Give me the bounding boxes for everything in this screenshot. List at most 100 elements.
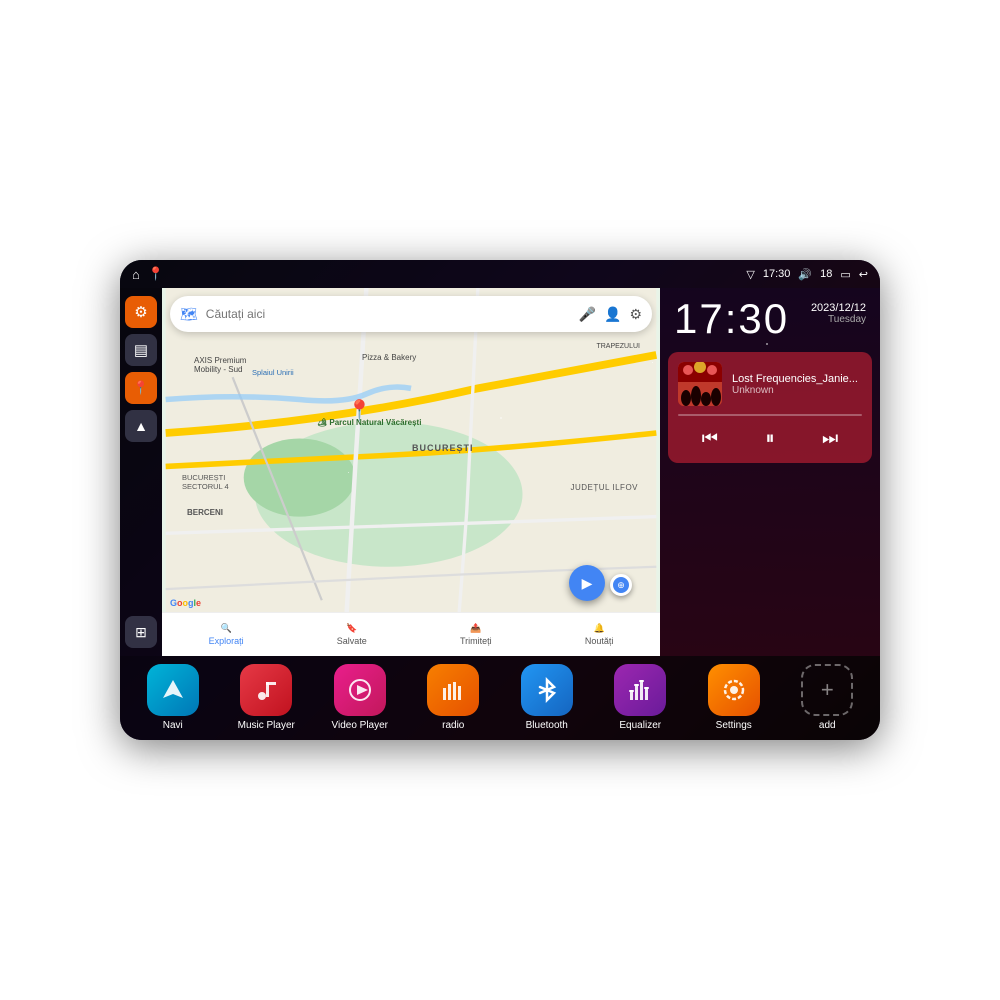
video-icon-svg: [346, 676, 374, 704]
voice-search-icon[interactable]: 🎤: [579, 306, 596, 323]
clock-widget: 17:30 2023/12/12 Tuesday: [660, 288, 880, 348]
clock-date: 2023/12/12: [811, 302, 866, 314]
main-content: ⚙ ▤ 📍 ▲ ⊞: [120, 288, 880, 656]
radio-icon-svg: [439, 676, 467, 704]
music-progress-bar[interactable]: [678, 414, 862, 416]
album-art-svg: [678, 362, 722, 406]
maps-sidebar-btn[interactable]: 📍: [125, 372, 157, 404]
pause-button[interactable]: ⏸: [758, 424, 783, 453]
music-widget: Lost Frequencies_Janie... Unknown ⏮ ⏸ ⏭: [668, 352, 872, 463]
map-label-berceni: BERCENI: [187, 508, 223, 517]
wifi-icon: ▽: [746, 268, 754, 281]
map-nav-news[interactable]: 🔔 Noutăți: [585, 623, 614, 646]
map-label-sect4: BUCUREȘTISECTORUL 4: [182, 473, 229, 491]
status-bar: ⌂ 📍 ▽ 17:30 🔊 18 ▭ ↩: [120, 260, 880, 288]
map-container[interactable]: AXIS PremiumMobility - Sud Pizza & Baker…: [162, 288, 660, 656]
left-sidebar: ⚙ ▤ 📍 ▲ ⊞: [120, 288, 162, 656]
apps-grid-icon: ⊞: [135, 624, 147, 641]
settings-sidebar-btn[interactable]: ⚙: [125, 296, 157, 328]
start-nav-btn[interactable]: ▶: [569, 565, 605, 601]
map-search-bar[interactable]: 🗺 🎤 👤 ⚙: [170, 296, 652, 332]
settings-label: Settings: [716, 720, 752, 732]
map-label-splai: Splaiul Unirii: [252, 368, 294, 377]
map-search-input[interactable]: [206, 307, 571, 321]
map-nav-saved[interactable]: 🔖 Salvate: [337, 623, 367, 646]
bluetooth-icon-svg: [533, 676, 561, 704]
navi-icon-svg: [159, 676, 187, 704]
maps-status-icon[interactable]: 📍: [148, 266, 164, 282]
music-details: Lost Frequencies_Janie... Unknown: [732, 373, 862, 396]
map-pin-main: 📍: [347, 398, 372, 423]
app-navi[interactable]: Navi: [139, 664, 207, 732]
equalizer-label: Equalizer: [619, 720, 661, 732]
radio-icon: [427, 664, 479, 716]
news-label: Noutăți: [585, 636, 614, 646]
music-info: Lost Frequencies_Janie... Unknown: [678, 362, 862, 406]
share-label: Trimiteți: [460, 636, 492, 646]
saved-label: Salvate: [337, 636, 367, 646]
explore-icon: 🔍: [220, 623, 231, 634]
right-panel: 17:30 2023/12/12 Tuesday: [660, 288, 880, 656]
equalizer-icon: [614, 664, 666, 716]
map-bottom-nav: 🔍 Explorați 🔖 Salvate 📤 Trimiteți �: [162, 612, 660, 656]
app-add[interactable]: + add: [793, 664, 861, 732]
app-equalizer[interactable]: Equalizer: [606, 664, 674, 732]
navigate-icon: ▲: [134, 418, 148, 434]
status-time: 17:30: [763, 268, 791, 280]
clock-day: Tuesday: [811, 314, 866, 325]
app-settings[interactable]: Settings: [700, 664, 768, 732]
music-player-label: Music Player: [238, 720, 295, 732]
app-radio[interactable]: radio: [419, 664, 487, 732]
map-label-ilfov: JUDEȚUL ILFOV: [570, 483, 638, 492]
map-nav-explore[interactable]: 🔍 Explorați: [209, 623, 244, 646]
prev-button[interactable]: ⏮: [694, 424, 726, 453]
eq-icon-svg: [626, 676, 654, 704]
bluetooth-icon: [521, 664, 573, 716]
status-right-icons: ▽ 17:30 🔊 18 ▭ ↩: [746, 268, 868, 281]
car-display-device: ⌂ 📍 ▽ 17:30 🔊 18 ▭ ↩ ⚙ ▤: [120, 260, 880, 740]
explore-label: Explorați: [209, 636, 244, 646]
menu-icon[interactable]: ⚙: [629, 306, 642, 323]
back-icon[interactable]: ↩: [859, 268, 868, 281]
share-icon: 📤: [470, 623, 481, 634]
navi-icon: [147, 664, 199, 716]
map-nav-share[interactable]: 📤 Trimiteți: [460, 623, 492, 646]
radio-label: radio: [442, 720, 464, 732]
app-grid: Navi Music Player: [128, 664, 872, 732]
news-icon: 🔔: [594, 623, 605, 634]
music-controls: ⏮ ⏸ ⏭: [678, 424, 862, 453]
google-logo: Google: [170, 598, 201, 608]
apps-sidebar-btn[interactable]: ⊞: [125, 616, 157, 648]
volume-icon: 🔊: [798, 268, 812, 281]
map-label-buc: BUCUREȘTI: [412, 443, 474, 453]
next-button[interactable]: ⏭: [814, 424, 846, 453]
music-player-icon: [240, 664, 292, 716]
files-sidebar-btn[interactable]: ▤: [125, 334, 157, 366]
battery-level: 18: [820, 268, 832, 280]
home-icon[interactable]: ⌂: [132, 267, 140, 282]
clock-date-block: 2023/12/12 Tuesday: [811, 298, 866, 325]
add-label: add: [819, 720, 836, 732]
bluetooth-label: Bluetooth: [526, 720, 568, 732]
screen: ⌂ 📍 ▽ 17:30 🔊 18 ▭ ↩ ⚙ ▤: [120, 260, 880, 740]
add-icon: +: [801, 664, 853, 716]
app-video-player[interactable]: Video Player: [326, 664, 394, 732]
my-location-btn[interactable]: ⊕: [610, 574, 632, 596]
app-music-player[interactable]: Music Player: [232, 664, 300, 732]
settings-icon-app: [708, 664, 760, 716]
map-label-axis: AXIS PremiumMobility - Sud: [194, 356, 246, 374]
music-title: Lost Frequencies_Janie...: [732, 373, 862, 385]
map-label-pizza: Pizza & Bakery: [362, 353, 416, 362]
app-bluetooth[interactable]: Bluetooth: [513, 664, 581, 732]
google-maps-icon: 🗺: [180, 306, 198, 323]
navigate-sidebar-btn[interactable]: ▲: [125, 410, 157, 442]
map-label-trap: TRAPEZULUI: [596, 343, 640, 350]
navi-label: Navi: [163, 720, 183, 732]
center-map-area: AXIS PremiumMobility - Sud Pizza & Baker…: [162, 288, 660, 656]
saved-icon: 🔖: [346, 623, 357, 634]
settings-icon-svg: [720, 676, 748, 704]
video-player-label: Video Player: [331, 720, 388, 732]
account-icon[interactable]: 👤: [604, 306, 621, 323]
music-icon-svg: [252, 676, 280, 704]
status-left-icons: ⌂ 📍: [132, 266, 164, 282]
